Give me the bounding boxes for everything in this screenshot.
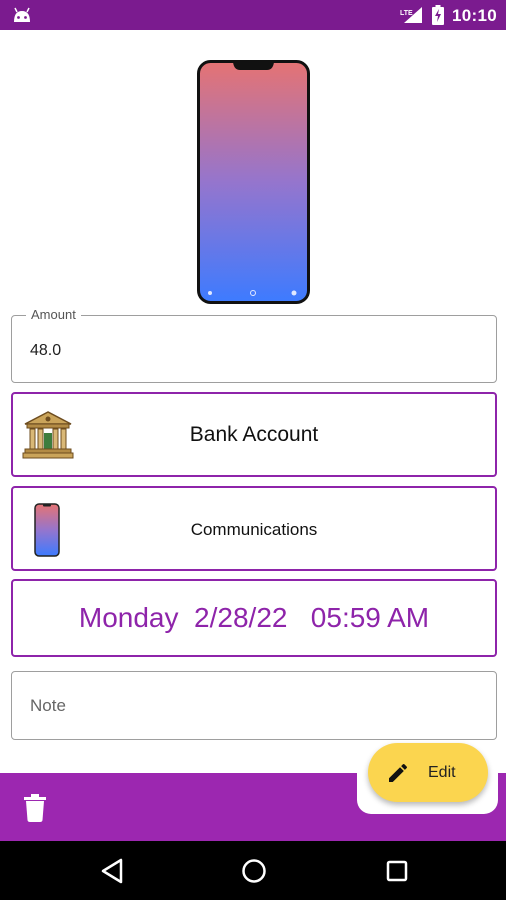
datetime-picker[interactable]: Monday 2/28/22 05:59 AM: [11, 579, 497, 657]
status-clock: 10:10: [452, 6, 497, 25]
recents-icon[interactable]: [386, 860, 408, 882]
phone-illustration: [197, 60, 310, 304]
svg-text:LTE: LTE: [400, 10, 413, 17]
category-label: Communications: [190, 520, 318, 539]
note-field[interactable]: Note: [11, 671, 497, 740]
amount-field[interactable]: Amount 48.0: [11, 307, 497, 383]
edit-label: Edit: [428, 764, 456, 781]
pencil-icon: [389, 763, 408, 782]
amount-value[interactable]: 48.0: [30, 342, 61, 360]
trash-icon[interactable]: [24, 794, 46, 822]
back-icon[interactable]: [100, 858, 124, 884]
system-nav-bar: [0, 841, 506, 900]
edit-button[interactable]: Edit: [368, 743, 488, 802]
account-selector[interactable]: Bank Account: [11, 392, 497, 477]
battery-charging-icon: [432, 5, 444, 25]
note-placeholder: Note: [30, 696, 66, 715]
amount-label: Amount: [26, 307, 81, 322]
android-icon: [14, 7, 30, 22]
status-bar: LTE 10:10: [0, 0, 506, 30]
datetime-text: Monday 2/28/22 05:59 AM: [78, 602, 430, 633]
account-label: Bank Account: [189, 423, 319, 446]
home-icon[interactable]: [241, 858, 267, 884]
category-selector[interactable]: Communications: [11, 486, 497, 571]
signal-lte-icon: LTE: [400, 7, 422, 23]
